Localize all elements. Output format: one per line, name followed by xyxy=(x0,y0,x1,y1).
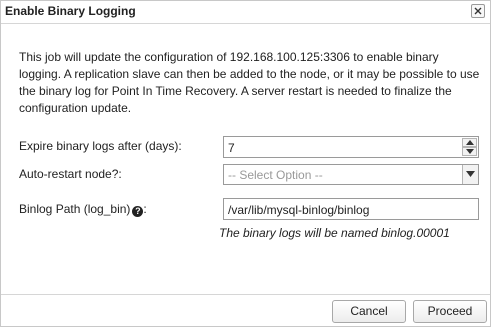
intro-text: This job will update the configuration o… xyxy=(19,50,480,115)
dialog-title: Enable Binary Logging xyxy=(5,4,136,18)
chevron-up-icon xyxy=(466,140,474,145)
binlog-name-hint: The binary logs will be named binlog.000… xyxy=(219,226,450,240)
binlog-path-label: Binlog Path (log_bin) xyxy=(19,202,131,216)
close-button[interactable] xyxy=(471,4,485,18)
question-circle-icon[interactable]: ? xyxy=(132,206,144,217)
expire-days-input[interactable]: 7 xyxy=(223,136,479,158)
select-arrow xyxy=(462,165,478,184)
close-icon xyxy=(474,7,482,15)
dialog-titlebar: Enable Binary Logging xyxy=(1,1,490,23)
binlog-path-input[interactable]: /var/lib/mysql-binlog/binlog xyxy=(223,198,479,220)
binlog-path-label-row: Binlog Path (log_bin)?: xyxy=(19,202,147,217)
binlog-path-value: /var/lib/mysql-binlog/binlog xyxy=(228,203,370,217)
expire-days-value: 7 xyxy=(228,141,235,155)
enable-binary-logging-dialog: Enable Binary Logging This job will upda… xyxy=(0,0,491,327)
expire-days-spinner xyxy=(462,138,477,156)
auto-restart-selected: -- Select Option -- xyxy=(228,168,323,182)
auto-restart-select[interactable]: -- Select Option -- xyxy=(223,164,479,185)
chevron-down-icon xyxy=(466,149,474,154)
expire-label: Expire binary logs after (days): xyxy=(19,139,182,153)
spin-up-button[interactable] xyxy=(462,138,477,147)
proceed-button[interactable]: Proceed xyxy=(413,300,487,323)
chevron-down-icon xyxy=(466,171,475,177)
dialog-body: This job will update the configuration o… xyxy=(1,23,490,295)
auto-restart-label: Auto-restart node?: xyxy=(19,167,122,181)
spin-down-button[interactable] xyxy=(462,147,477,156)
cancel-button[interactable]: Cancel xyxy=(332,300,406,323)
